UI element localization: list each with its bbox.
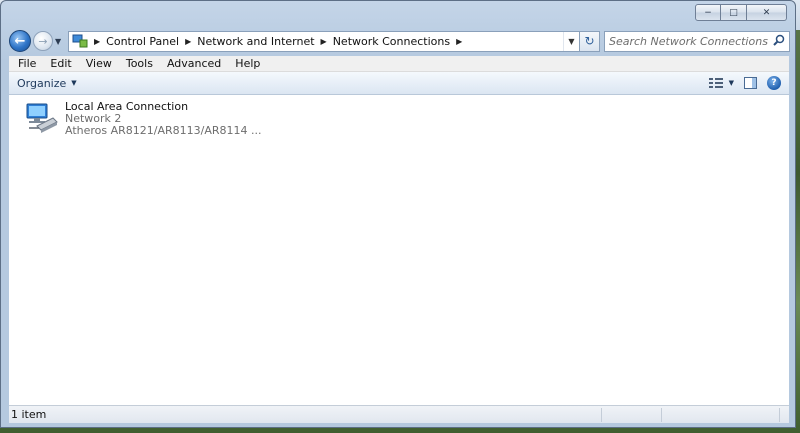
navigation-row: ← → ▼ ▶ Control Panel ▶ Network and Inte… — [9, 29, 791, 53]
file-list: Local Area Connection Network 2 Atheros … — [9, 95, 789, 405]
forward-arrow-icon: → — [38, 34, 48, 48]
status-divider — [779, 408, 780, 422]
breadcrumb-separator: ▶ — [94, 36, 101, 46]
menu-tools[interactable]: Tools — [119, 57, 160, 70]
search-input[interactable] — [609, 34, 769, 48]
network-adapter-icon — [23, 100, 59, 136]
menu-view[interactable]: View — [79, 57, 119, 70]
maximize-button[interactable]: □ — [721, 4, 747, 21]
explorer-window: − □ ✕ ← → ▼ ▶ Control Panel ▶ Network an… — [0, 0, 796, 428]
organize-label: Organize — [17, 76, 67, 90]
breadcrumb-separator[interactable]: ▶ — [456, 37, 462, 46]
minimize-button[interactable]: − — [695, 4, 721, 21]
breadcrumb-separator[interactable]: ▶ — [321, 37, 327, 46]
back-button[interactable]: ← — [9, 30, 31, 52]
menu-file[interactable]: File — [11, 57, 43, 70]
close-button[interactable]: ✕ — [747, 4, 787, 21]
back-arrow-icon: ← — [14, 33, 26, 49]
status-item-count: 1 item — [11, 408, 47, 421]
connection-details: Local Area Connection Network 2 Atheros … — [65, 100, 262, 137]
breadcrumb-network-connections[interactable]: Network Connections — [333, 35, 450, 48]
command-bar: Organize ▼ ▼ ? — [9, 72, 789, 95]
recent-pages-dropdown[interactable]: ▼ — [55, 37, 65, 46]
breadcrumb-control-panel[interactable]: Control Panel — [106, 35, 179, 48]
menu-edit[interactable]: Edit — [43, 57, 78, 70]
control-panel-icon — [72, 33, 88, 49]
search-icon[interactable] — [773, 34, 785, 49]
breadcrumb-separator[interactable]: ▶ — [185, 37, 191, 46]
command-bar-right: ▼ ? — [708, 76, 781, 90]
change-view-button[interactable]: ▼ — [708, 77, 734, 89]
breadcrumb-network-and-internet[interactable]: Network and Internet — [197, 35, 314, 48]
status-divider — [661, 408, 662, 422]
status-bar: 1 item — [9, 405, 789, 423]
caption-buttons: − □ ✕ — [695, 4, 787, 21]
chevron-down-icon[interactable]: ▼ — [729, 79, 734, 87]
forward-button[interactable]: → — [33, 31, 53, 51]
help-icon[interactable]: ? — [767, 76, 781, 90]
views-icon — [708, 77, 723, 89]
menu-bar: File Edit View Tools Advanced Help — [9, 56, 789, 72]
preview-pane-icon[interactable] — [744, 77, 757, 89]
status-divider — [601, 408, 602, 422]
address-bar[interactable]: ▶ Control Panel ▶ Network and Internet ▶… — [68, 30, 580, 52]
organize-button[interactable]: Organize ▼ — [17, 77, 77, 90]
search-box[interactable] — [604, 30, 790, 52]
menu-help[interactable]: Help — [228, 57, 267, 70]
refresh-button[interactable]: ↻ — [580, 30, 600, 52]
menu-advanced[interactable]: Advanced — [160, 57, 228, 70]
chevron-down-icon: ▼ — [71, 79, 77, 87]
connection-adapter: Atheros AR8121/AR8113/AR8114 ... — [65, 124, 262, 137]
refresh-icon: ↻ — [584, 34, 595, 48]
connection-item-local-area[interactable]: Local Area Connection Network 2 Atheros … — [23, 100, 262, 137]
address-history-dropdown[interactable]: ▼ — [563, 31, 579, 51]
